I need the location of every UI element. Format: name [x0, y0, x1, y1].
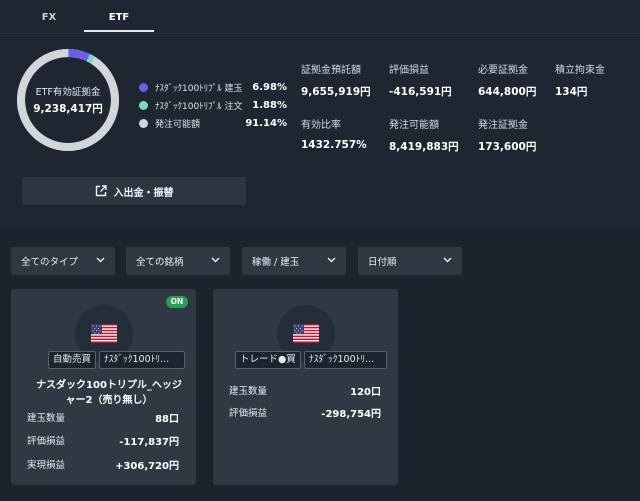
- stat-label: 発注証拠金: [478, 120, 528, 131]
- tab-fx[interactable]: FX: [14, 8, 84, 32]
- stat-value: 173,600円: [478, 141, 537, 153]
- stat-order-margin: 発注証拠金 173,600円: [478, 116, 536, 154]
- filter-symbol-label: 全ての銘柄: [136, 257, 184, 268]
- sort-order-dropdown[interactable]: 日付順: [358, 247, 462, 275]
- stat-value: 8,419,883円: [389, 141, 459, 153]
- donut-center: ETF有効証拠金 9,238,417円: [14, 46, 122, 154]
- stat-value: 134円: [555, 86, 588, 98]
- stat-label: 必要証拠金: [478, 65, 528, 76]
- row-value: 120口: [350, 387, 381, 398]
- card-row-realized-pl: 実現損益 +306,720円: [27, 457, 179, 472]
- stat-label: 証拠金預託額: [301, 65, 361, 76]
- legend-label: 発注可能額: [155, 119, 201, 130]
- external-link-icon: [95, 185, 107, 197]
- card-title-line: ナスダック100トリプル_ヘッジ: [36, 380, 182, 391]
- legend-label: ﾅｽﾀﾞｯｸ100ﾄﾘﾌﾟﾙ 建玉: [155, 83, 243, 94]
- legend-dot: [139, 82, 148, 92]
- legend-percent: 1.88%: [252, 99, 287, 111]
- legend-percent: 91.14%: [245, 117, 287, 129]
- stat-label: 評価損益: [389, 65, 429, 76]
- filter-type-dropdown[interactable]: 全てのタイプ: [11, 247, 115, 275]
- card-row-quantity: 建玉数量 88口: [27, 410, 179, 425]
- stat-value: 9,655,919円: [301, 86, 371, 98]
- card-row-quantity: 建玉数量 120口: [229, 383, 381, 398]
- row-label: 実現損益: [27, 460, 66, 471]
- stat-deposit: 証拠金預託額 9,655,919円: [301, 61, 371, 99]
- filter-status-label: 稼働 / 建玉: [252, 257, 300, 268]
- donut-legend: ﾅｽﾀﾞｯｸ100ﾄﾘﾌﾟﾙ 建玉 6.98% ﾅｽﾀﾞｯｸ100ﾄﾘﾌﾟﾙ 注…: [139, 78, 287, 132]
- stat-value: 644,800円: [478, 86, 537, 98]
- row-value: -298,754円: [321, 409, 381, 420]
- tab-etf[interactable]: ETF: [84, 8, 154, 32]
- row-label: 建玉数量: [229, 386, 268, 397]
- position-card[interactable]: トレード●買 ﾅｽﾀﾞｯｸ100ﾄﾘ... 建玉数量 120口 評価損益 -29…: [213, 289, 398, 485]
- strategy-type-tag: トレード●買: [235, 351, 301, 369]
- tab-divider: [0, 33, 640, 34]
- filter-symbol-dropdown[interactable]: 全ての銘柄: [126, 247, 230, 275]
- symbol-tag: ﾅｽﾀﾞｯｸ100ﾄﾘ...: [99, 351, 185, 369]
- effective-margin-value: 9,238,417円: [33, 103, 103, 115]
- row-value: -117,837円: [119, 437, 179, 448]
- stat-value: 1432.757%: [301, 139, 367, 151]
- card-row-unrealized-pl: 評価損益 -117,837円: [27, 433, 179, 448]
- strategy-type-tag: 自動売買: [48, 351, 96, 369]
- filter-status-dropdown[interactable]: 稼働 / 建玉: [242, 247, 346, 275]
- row-label: 評価損益: [229, 408, 268, 419]
- chevron-down-icon: [96, 257, 105, 263]
- account-summary-panel: FX ETF ETF有効証拠金 9,238,417円 ﾅｽﾀﾞｯｸ100ﾄﾘﾌﾟ…: [0, 0, 640, 226]
- row-value: +306,720円: [115, 461, 179, 472]
- chevron-down-icon: [211, 257, 220, 263]
- deposit-transfer-button[interactable]: 入出金・振替: [22, 177, 246, 205]
- legend-item-available: 発注可能額 91.14%: [139, 114, 287, 132]
- stat-available-amount: 発注可能額 8,419,883円: [389, 116, 459, 154]
- stat-label: 積立拘束金: [555, 65, 605, 76]
- stat-value: -416,591円: [389, 86, 452, 98]
- status-badge: ON: [166, 296, 188, 308]
- legend-percent: 6.98%: [252, 81, 287, 93]
- card-row-unrealized-pl: 評価損益 -298,754円: [229, 405, 381, 420]
- position-card[interactable]: ON 自動売買 ﾅｽﾀﾞｯｸ100ﾄﾘ... ナスダック100トリプル_ヘッジ …: [11, 289, 196, 485]
- legend-dot: [139, 100, 148, 110]
- stat-required-margin: 必要証拠金 644,800円: [478, 61, 536, 99]
- stat-unrealized-pl: 評価損益 -416,591円: [389, 61, 452, 99]
- stat-reserved-funds: 積立拘束金 134円: [555, 61, 605, 99]
- legend-item-position: ﾅｽﾀﾞｯｸ100ﾄﾘﾌﾟﾙ 建玉 6.98%: [139, 78, 287, 96]
- effective-margin-label: ETF有効証拠金: [35, 87, 101, 98]
- card-title: ナスダック100トリプル_ヘッジ ャー2（売り無し）: [21, 378, 197, 408]
- legend-label: ﾅｽﾀﾞｯｸ100ﾄﾘﾌﾟﾙ 注文: [155, 101, 243, 112]
- row-label: 建玉数量: [27, 413, 66, 424]
- stat-effective-ratio: 有効比率 1432.757%: [301, 116, 367, 151]
- chevron-down-icon: [443, 257, 452, 263]
- filter-type-label: 全てのタイプ: [21, 257, 79, 268]
- sort-order-label: 日付順: [368, 257, 397, 268]
- legend-dot: [139, 118, 148, 128]
- us-flag-icon: [91, 324, 117, 343]
- row-value: 88口: [155, 414, 179, 425]
- stat-label: 有効比率: [301, 120, 341, 131]
- row-label: 評価損益: [27, 436, 66, 447]
- stat-label: 発注可能額: [389, 120, 439, 131]
- symbol-tag: ﾅｽﾀﾞｯｸ100ﾄﾘ...: [304, 351, 387, 369]
- deposit-transfer-label: 入出金・振替: [113, 187, 174, 199]
- legend-item-order: ﾅｽﾀﾞｯｸ100ﾄﾘﾌﾟﾙ 注文 1.88%: [139, 96, 287, 114]
- card-title-line: ャー2（売り無し）: [65, 395, 153, 406]
- us-flag-icon: [293, 324, 319, 343]
- chevron-down-icon: [327, 257, 336, 263]
